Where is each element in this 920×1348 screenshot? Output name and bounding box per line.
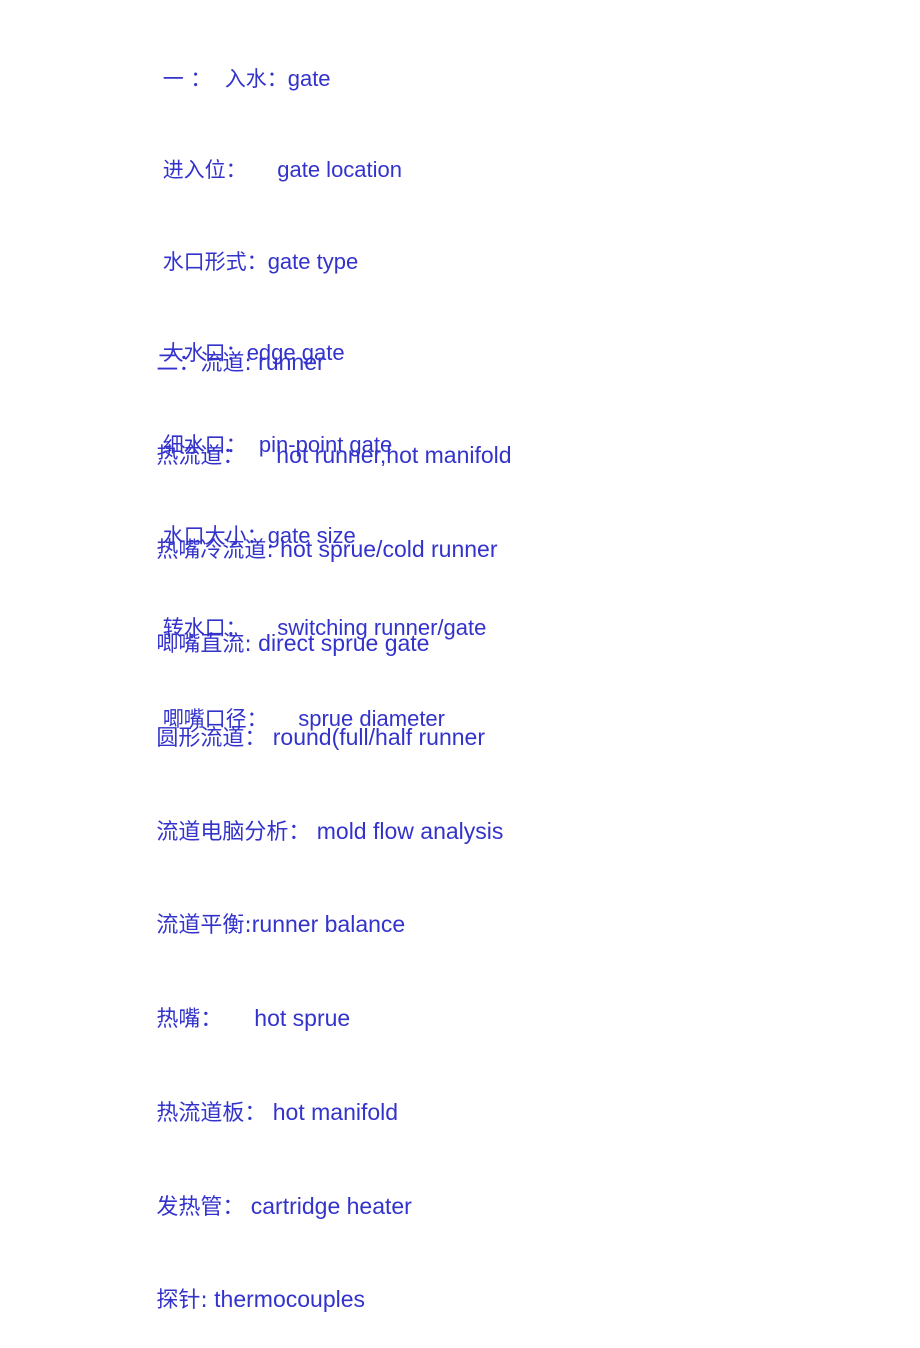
line-english: hot runner,hot manifold	[244, 442, 512, 469]
text-line: 二：流道: runner	[118, 316, 512, 410]
text-line: 唧嘴直流: direct sprue gate	[118, 597, 512, 691]
line-english: mold flow analysis	[310, 817, 504, 844]
line-chinese: 唧嘴直流:	[156, 631, 252, 657]
line-chinese: 圆形流道：	[156, 725, 267, 751]
text-line: 热流道： hot runner,hot manifold	[118, 410, 512, 504]
text-line: 进入位： gate location	[126, 125, 486, 217]
text-line: 热嘴： hot sprue	[118, 972, 512, 1066]
text-line: 发热管： cartridge heater	[118, 1160, 512, 1254]
text-line: 一 ： 入水：gate	[126, 33, 486, 125]
line-chinese: 一 ： 入水：	[162, 66, 288, 91]
line-english: hot sprue	[222, 1005, 351, 1032]
line-english: runner	[251, 348, 325, 375]
slide-canvas: 一 ： 入水：gate 进入位： gate location 水口形式：gate…	[0, 0, 920, 1313]
line-english: cartridge heater	[244, 1192, 412, 1219]
text-line: 水口形式：gate type	[126, 216, 486, 308]
line-chinese: 流道电脑分析：	[156, 819, 311, 845]
line-chinese: 进入位：	[162, 158, 247, 182]
text-line: 流道平衡:runner balance	[118, 879, 512, 973]
line-english: runner balance	[251, 911, 406, 938]
text-line: 流道电脑分析： mold flow analysis	[118, 785, 512, 879]
line-chinese: 发热管：	[156, 1194, 245, 1220]
text-line: 探针: thermocouples	[118, 1254, 512, 1348]
line-chinese: 流道平衡:	[156, 913, 252, 939]
text-line: 热流道板： hot manifold	[118, 1066, 512, 1160]
line-english: thermocouples	[207, 1286, 366, 1313]
line-chinese: 水口形式：	[162, 249, 268, 274]
line-chinese: 热流道：	[156, 444, 245, 470]
text-line: 热嘴冷流道: hot sprue/cold runner	[118, 504, 512, 598]
line-chinese: 二：流道:	[156, 350, 252, 376]
line-chinese: 热流道板：	[156, 1100, 267, 1126]
line-english: direct sprue gate	[251, 629, 430, 656]
line-chinese: 探针:	[156, 1288, 208, 1314]
line-chinese: 热嘴：	[156, 1007, 223, 1033]
line-english: gate type	[267, 248, 359, 274]
line-english: round(full/half runner	[266, 723, 485, 750]
text-block-runner: 二：流道: runner 热流道： hot runner,hot manifol…	[118, 316, 512, 1348]
line-english: hot manifold	[266, 1098, 399, 1125]
text-line: 圆形流道： round(full/half runner	[118, 691, 512, 785]
line-english: gate location	[246, 157, 403, 182]
line-english: gate	[287, 65, 331, 91]
line-chinese: 热嘴冷流道:	[156, 538, 274, 564]
line-english: hot sprue/cold runner	[273, 536, 498, 563]
